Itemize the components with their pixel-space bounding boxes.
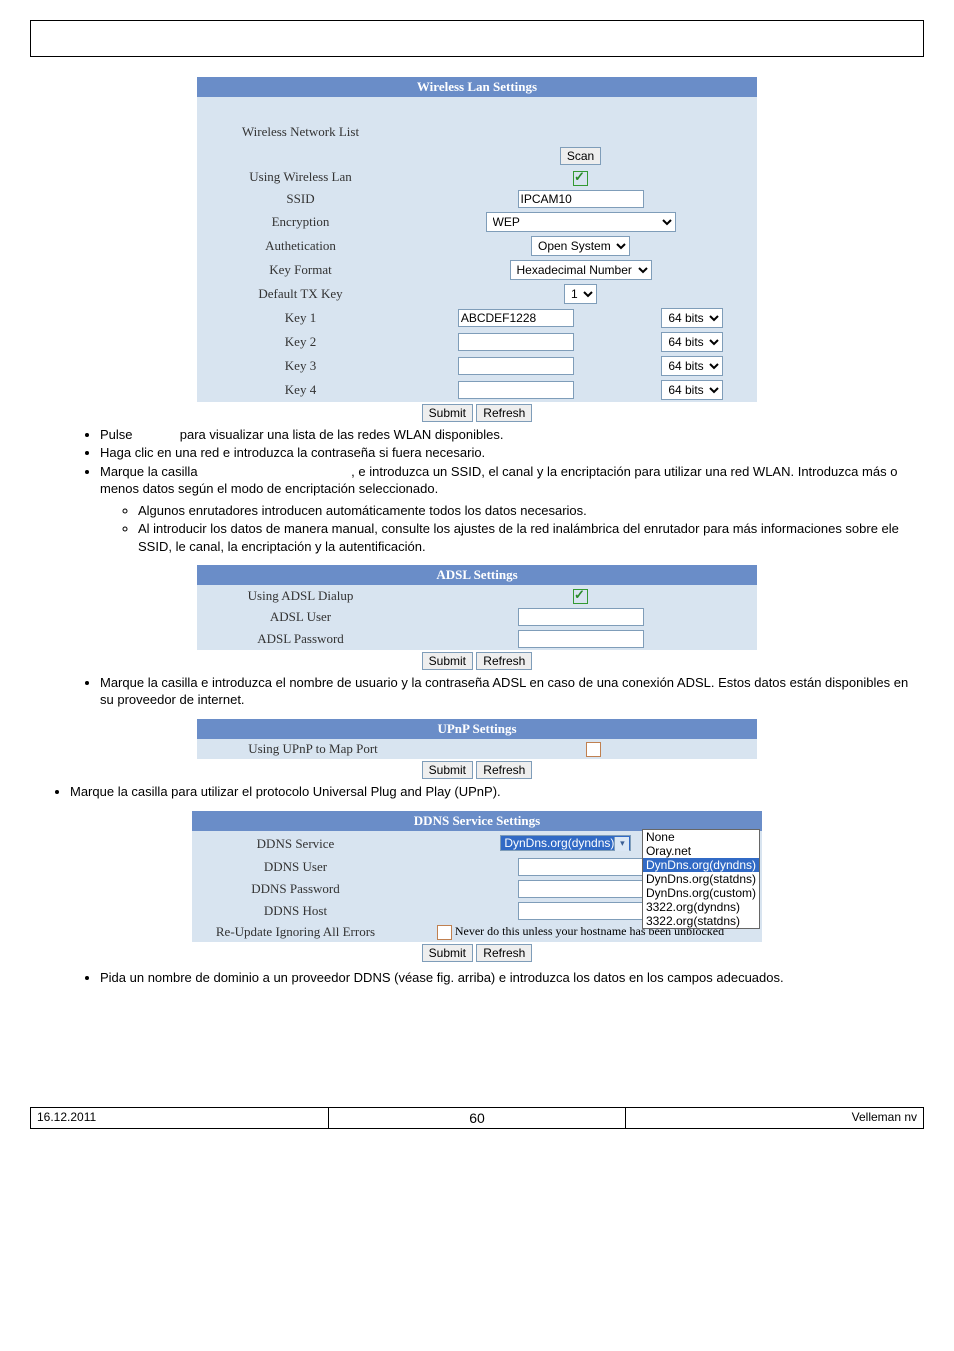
instr-pulse: Pulse para visualizar una lista de las r… [100, 426, 924, 444]
adsl-header: ADSL Settings [197, 565, 757, 585]
ddns-option-dyndns-dyn[interactable]: DynDns.org(dyndns) [643, 858, 759, 872]
adsl-password-label: ADSL Password [197, 628, 404, 650]
ddns-option-none[interactable]: None [643, 830, 759, 844]
wlan-submit-button[interactable]: Submit [422, 404, 473, 422]
upnp-header: UPnP Settings [197, 719, 757, 739]
footer-page: 60 [329, 1108, 627, 1128]
instr-upnp: Marque la casilla para utilizar el proto… [70, 783, 924, 801]
scan-button[interactable]: Scan [560, 147, 601, 165]
ddns-service-options[interactable]: None Oray.net DynDns.org(dyndns) DynDns.… [642, 829, 760, 929]
ddns-password-label: DDNS Password [192, 878, 399, 900]
ddns-service-select[interactable]: DynDns.org(dyndns)▾ [500, 835, 631, 851]
wlan-header: Wireless Lan Settings [197, 77, 757, 97]
key4-label: Key 4 [197, 378, 404, 402]
instr-check-box: Marque la casilla , e introduzca un SSID… [100, 463, 924, 556]
wlan-network-list-label: Wireless Network List [197, 97, 404, 167]
footer-company: Velleman nv [626, 1108, 923, 1128]
ddns-reupdate-label: Re-Update Ignoring All Errors [192, 922, 399, 942]
key4-input[interactable] [458, 381, 574, 399]
ddns-option-dyndns-custom[interactable]: DynDns.org(custom) [643, 886, 759, 900]
upnp-using-label: Using UPnP to Map Port [197, 739, 429, 760]
key2-bits-select[interactable]: 64 bits [661, 332, 723, 352]
ddns-option-dyndns-stat[interactable]: DynDns.org(statdns) [643, 872, 759, 886]
chevron-down-icon: ▾ [614, 837, 629, 851]
key1-input[interactable] [458, 309, 574, 327]
ddns-refresh-button[interactable]: Refresh [476, 944, 532, 962]
key3-bits-select[interactable]: 64 bits [661, 356, 723, 376]
using-wlan-label: Using Wireless Lan [197, 167, 404, 188]
key-format-select[interactable]: Hexadecimal Number [510, 260, 652, 280]
ddns-host-label: DDNS Host [192, 900, 399, 922]
key2-label: Key 2 [197, 330, 404, 354]
ddns-reupdate-checkbox[interactable] [437, 925, 452, 940]
upnp-submit-button[interactable]: Submit [422, 761, 473, 779]
wlan-refresh-button[interactable]: Refresh [476, 404, 532, 422]
ddns-option-3322-dyn[interactable]: 3322.org(dyndns) [643, 900, 759, 914]
adsl-password-input[interactable] [518, 630, 644, 648]
key3-label: Key 3 [197, 354, 404, 378]
authentication-label: Authetication [197, 234, 404, 258]
upnp-settings-table: UPnP Settings Using UPnP to Map Port Sub… [197, 719, 757, 782]
key3-input[interactable] [458, 357, 574, 375]
instr-sub-auto: Algunos enrutadores introducen automátic… [138, 502, 924, 520]
key-format-label: Key Format [197, 258, 404, 282]
ddns-user-label: DDNS User [192, 856, 399, 878]
adsl-user-input[interactable] [518, 608, 644, 626]
adsl-settings-table: ADSL Settings Using ADSL Dialup ADSL Use… [197, 565, 757, 672]
using-wlan-checkbox[interactable] [573, 171, 588, 186]
ddns-user-input[interactable] [518, 858, 644, 876]
ddns-host-input[interactable] [518, 902, 644, 920]
ddns-service-label: DDNS Service [192, 831, 399, 856]
instr-click-net: Haga clic en una red e introduzca la con… [100, 444, 924, 462]
page-footer: 16.12.2011 60 Velleman nv [30, 1107, 924, 1129]
footer-date: 16.12.2011 [31, 1108, 329, 1128]
key2-input[interactable] [458, 333, 574, 351]
authentication-select[interactable]: Open System [531, 236, 630, 256]
ddns-option-3322-stat[interactable]: 3322.org(statdns) [643, 914, 759, 928]
key4-bits-select[interactable]: 64 bits [661, 380, 723, 400]
ddns-option-oray[interactable]: Oray.net [643, 844, 759, 858]
key1-bits-select[interactable]: 64 bits [661, 308, 723, 328]
instr-sub-manual: Al introducir los datos de manera manual… [138, 520, 924, 555]
key1-label: Key 1 [197, 306, 404, 330]
encryption-select[interactable]: WEP [486, 212, 676, 232]
ddns-password-input[interactable] [518, 880, 644, 898]
ssid-label: SSID [197, 188, 404, 210]
adsl-refresh-button[interactable]: Refresh [476, 652, 532, 670]
upnp-refresh-button[interactable]: Refresh [476, 761, 532, 779]
instr-ddns: Pida un nombre de dominio a un proveedor… [100, 969, 924, 987]
adsl-user-label: ADSL User [197, 606, 404, 628]
default-tx-key-label: Default TX Key [197, 282, 404, 306]
upnp-using-checkbox[interactable] [586, 742, 601, 757]
adsl-using-checkbox[interactable] [573, 589, 588, 604]
ssid-input[interactable] [518, 190, 644, 208]
wlan-settings-table: Wireless Lan Settings Wireless Network L… [197, 77, 757, 424]
adsl-submit-button[interactable]: Submit [422, 652, 473, 670]
ddns-header: DDNS Service Settings [192, 811, 762, 831]
adsl-using-label: Using ADSL Dialup [197, 585, 404, 606]
default-tx-key-select[interactable]: 1 [564, 284, 597, 304]
ddns-submit-button[interactable]: Submit [422, 944, 473, 962]
encryption-label: Encryption [197, 210, 404, 234]
instr-adsl: Marque la casilla e introduzca el nombre… [100, 674, 924, 709]
page-header-box [30, 20, 924, 57]
